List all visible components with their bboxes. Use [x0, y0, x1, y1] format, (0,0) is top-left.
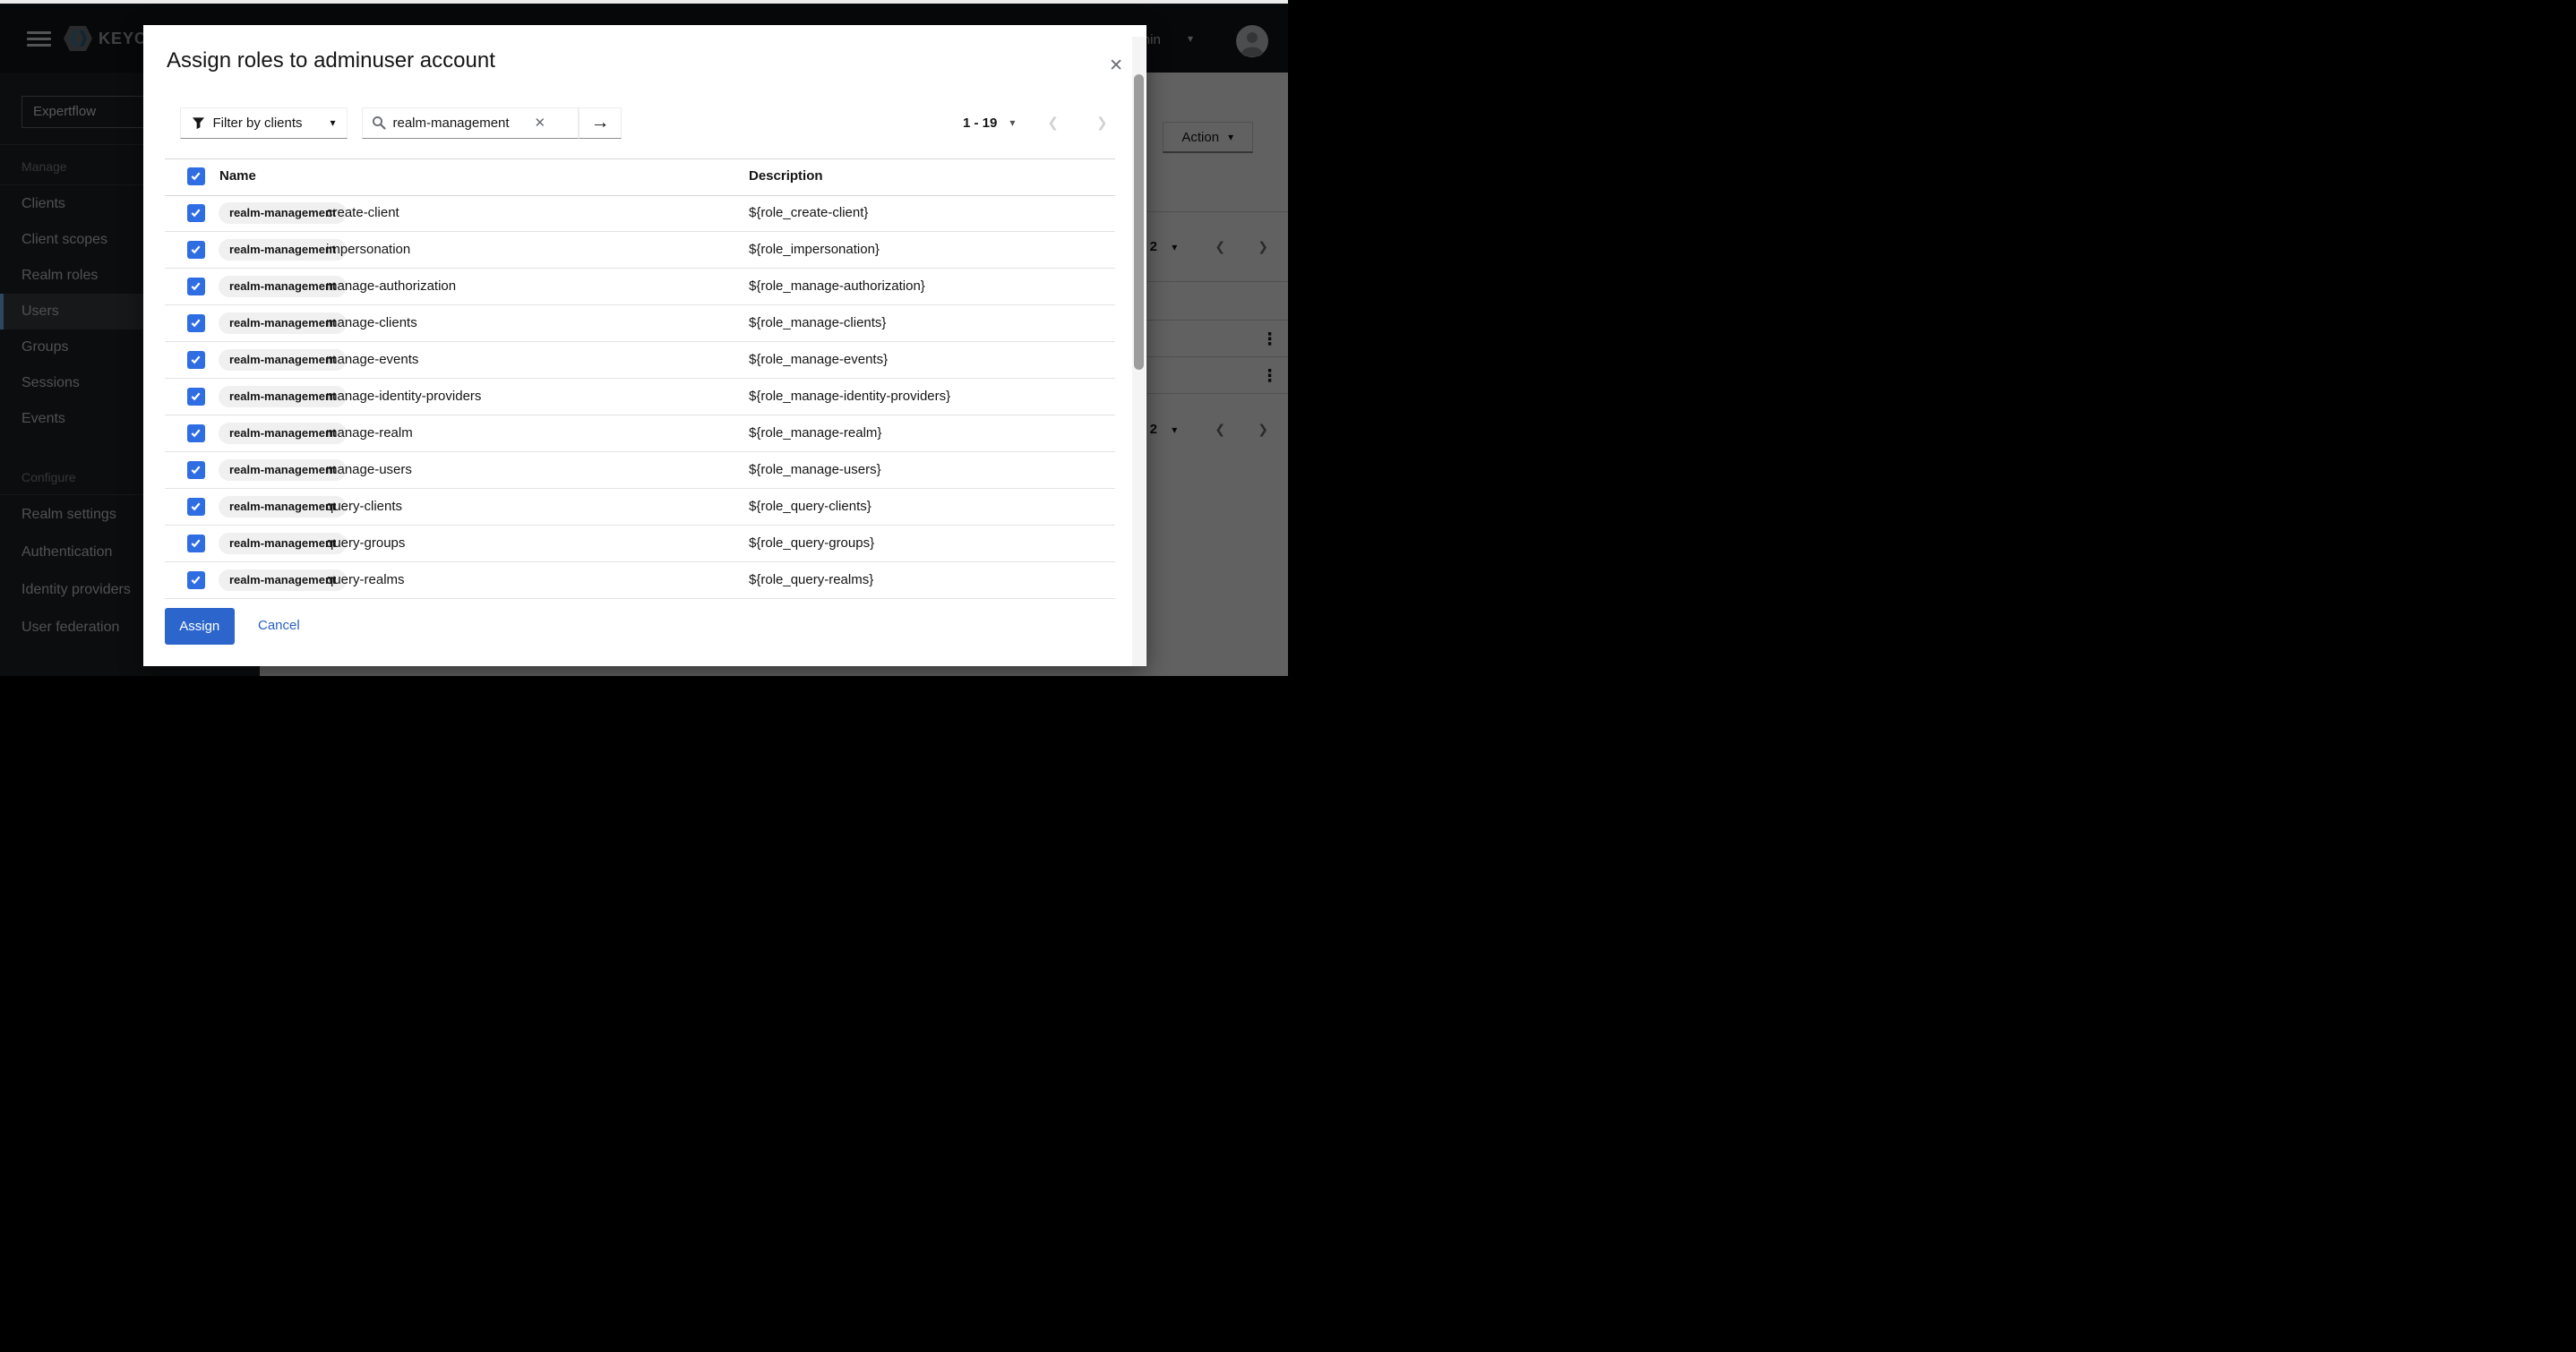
table-header-row: Name Description — [165, 159, 1115, 195]
role-name: manage-authorization — [326, 278, 456, 294]
close-icon[interactable]: ✕ — [1109, 57, 1123, 74]
role-name: manage-clients — [326, 315, 417, 330]
role-name: query-clients — [326, 499, 402, 514]
table-row: realm-managementmanage-authorization${ro… — [165, 269, 1115, 305]
row-checkbox[interactable] — [187, 351, 205, 369]
table-row: realm-managementcreate-client${role_crea… — [165, 195, 1115, 232]
role-description: ${role_manage-clients} — [749, 315, 886, 330]
role-name: query-realms — [326, 572, 405, 587]
filter-by-clients-dropdown[interactable]: Filter by clients ▾ — [180, 107, 348, 139]
role-description: ${role_manage-events} — [749, 352, 888, 367]
filter-funnel-icon — [192, 116, 205, 130]
table-row: realm-managementimpersonation${role_impe… — [165, 232, 1115, 269]
role-name: manage-realm — [326, 425, 413, 441]
role-description: ${role_query-realms} — [749, 572, 873, 587]
table-row: realm-managementmanage-users${role_manag… — [165, 452, 1115, 489]
role-description: ${role_manage-realm} — [749, 425, 881, 441]
select-all-checkbox[interactable] — [187, 167, 205, 185]
modal-pagination: 1 - 19 ▾ ❮ ❯ — [963, 107, 1108, 139]
pagination-caret-icon[interactable]: ▾ — [1009, 116, 1015, 129]
role-name: impersonation — [326, 242, 410, 257]
row-checkbox[interactable] — [187, 278, 205, 295]
row-checkbox[interactable] — [187, 388, 205, 406]
row-checkbox[interactable] — [187, 241, 205, 259]
role-description: ${role_query-clients} — [749, 499, 872, 514]
modal-scrollbar-thumb[interactable] — [1134, 74, 1144, 370]
assign-roles-modal: Assign roles to adminuser account ✕ Filt… — [143, 25, 1146, 666]
role-description: ${role_manage-identity-providers} — [749, 389, 950, 404]
role-name: create-client — [326, 205, 399, 220]
row-checkbox[interactable] — [187, 461, 205, 479]
role-name: manage-events — [326, 352, 418, 367]
role-name: query-groups — [326, 535, 405, 551]
table-body: realm-managementcreate-client${role_crea… — [165, 195, 1115, 599]
filter-caret-icon: ▾ — [330, 116, 335, 129]
role-name: manage-users — [326, 462, 412, 477]
modal-scrollbar-track[interactable] — [1132, 37, 1146, 666]
arrow-right-icon: → — [591, 112, 610, 133]
table-row: realm-managementquery-clients${role_quer… — [165, 489, 1115, 526]
assign-button[interactable]: Assign — [165, 608, 235, 645]
role-description: ${role_impersonation} — [749, 242, 880, 257]
pagination-prev-icon[interactable]: ❮ — [1047, 115, 1059, 131]
row-checkbox[interactable] — [187, 571, 205, 589]
row-checkbox[interactable] — [187, 204, 205, 222]
pagination-next-icon[interactable]: ❯ — [1096, 115, 1108, 131]
column-header-name: Name — [219, 168, 256, 184]
role-description: ${role_query-groups} — [749, 535, 874, 551]
role-name: manage-identity-providers — [326, 389, 481, 404]
column-header-description: Description — [749, 168, 823, 184]
table-row: realm-managementmanage-realm${role_manag… — [165, 415, 1115, 452]
table-row: realm-managementmanage-events${role_mana… — [165, 342, 1115, 379]
table-row: realm-managementmanage-clients${role_man… — [165, 305, 1115, 342]
role-description: ${role_manage-users} — [749, 462, 881, 477]
role-description: ${role_manage-authorization} — [749, 278, 925, 294]
row-checkbox[interactable] — [187, 314, 205, 332]
row-checkbox[interactable] — [187, 498, 205, 516]
pagination-range: 1 - 19 — [963, 116, 997, 131]
search-box: ✕ — [362, 107, 580, 139]
table-row: realm-managementquery-realms${role_query… — [165, 562, 1115, 599]
search-icon — [372, 116, 386, 130]
search-clear-icon[interactable]: ✕ — [535, 115, 546, 131]
row-checkbox[interactable] — [187, 424, 205, 442]
search-submit-button[interactable]: → — [579, 107, 622, 139]
modal-title: Assign roles to adminuser account — [167, 48, 495, 73]
filter-label: Filter by clients — [213, 116, 322, 131]
browser-edge-strip — [0, 0, 1288, 4]
role-description: ${role_create-client} — [749, 205, 868, 220]
table-row: realm-managementmanage-identity-provider… — [165, 379, 1115, 415]
row-checkbox[interactable] — [187, 535, 205, 552]
table-row: realm-managementquery-groups${role_query… — [165, 526, 1115, 562]
cancel-button[interactable]: Cancel — [258, 618, 300, 633]
search-input[interactable] — [393, 116, 528, 131]
